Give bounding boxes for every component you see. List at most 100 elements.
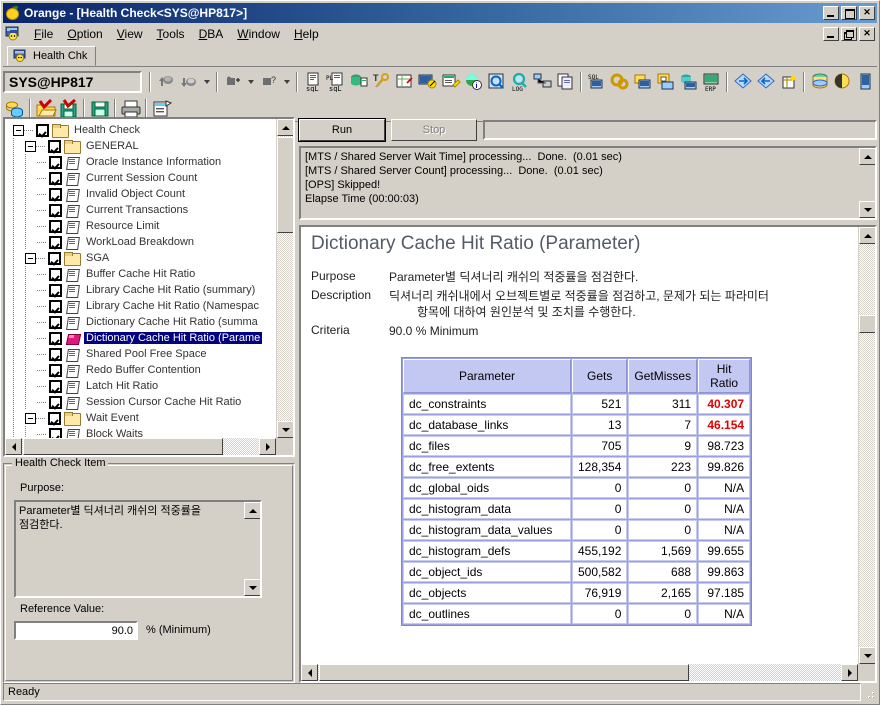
table-row[interactable]: dc_database_links 13 7 46.154 bbox=[403, 415, 751, 435]
tree-checkbox[interactable] bbox=[49, 331, 62, 345]
table-row[interactable]: dc_object_ids 500,582 688 99.863 bbox=[403, 562, 751, 582]
tree-rows[interactable]: Health Check GENERAL Oracle Instance Infor… bbox=[5, 119, 276, 438]
tree-node[interactable]: GENERAL bbox=[5, 138, 276, 154]
tree-checkbox[interactable] bbox=[49, 203, 62, 217]
connection-combo[interactable]: SYS@HP817 bbox=[3, 71, 142, 93]
table-row[interactable]: dc_histogram_data 0 0 N/A bbox=[403, 499, 751, 519]
space-analyzer-icon[interactable] bbox=[854, 71, 877, 93]
user-manager-icon[interactable] bbox=[677, 71, 700, 93]
tree-checkbox[interactable] bbox=[49, 299, 62, 313]
copy-object-icon[interactable] bbox=[554, 71, 577, 93]
tree-expander-icon[interactable] bbox=[25, 412, 36, 424]
table-row[interactable]: dc_objects 76,919 2,165 97.185 bbox=[403, 583, 751, 603]
report-scroll-thumb[interactable] bbox=[859, 315, 875, 333]
table-row[interactable]: dc_histogram_data_values 0 0 N/A bbox=[403, 520, 751, 540]
menu-dba[interactable]: DBA bbox=[192, 25, 231, 43]
tree-expander-icon[interactable] bbox=[25, 140, 36, 152]
tree-node[interactable]: Dictionary Cache Hit Ratio (Parame bbox=[5, 330, 276, 346]
network-icon[interactable] bbox=[531, 71, 554, 93]
health-check-tree[interactable]: Health Check GENERAL Oracle Instance Infor… bbox=[3, 117, 295, 457]
mdi-minimize-button[interactable] bbox=[823, 27, 839, 41]
tree-node[interactable]: Health Check bbox=[5, 122, 276, 138]
tab-health-chk[interactable]: Health Chk bbox=[7, 46, 97, 66]
tree-checkbox[interactable] bbox=[49, 283, 62, 297]
tree-node[interactable]: Session Cursor Cache Hit Ratio bbox=[5, 394, 276, 410]
table-row[interactable]: dc_outlines 0 0 N/A bbox=[403, 604, 751, 624]
tree-node[interactable]: Resource Limit bbox=[5, 218, 276, 234]
tree-checkbox[interactable] bbox=[48, 139, 61, 153]
log-scroll-down-button[interactable] bbox=[859, 201, 875, 218]
table-row[interactable]: dc_free_extents 128,354 223 99.826 bbox=[403, 457, 751, 477]
data-builder-icon[interactable] bbox=[777, 71, 800, 93]
tablespace-icon[interactable] bbox=[808, 71, 831, 93]
sql-monitor-icon[interactable]: SQL bbox=[585, 71, 608, 93]
menu-help[interactable]: Help bbox=[287, 25, 326, 43]
tree-node[interactable]: Latch Hit Ratio bbox=[5, 378, 276, 394]
table-row[interactable]: dc_histogram_defs 455,192 1,569 99.655 bbox=[403, 541, 751, 561]
plan-table-icon[interactable] bbox=[393, 71, 416, 93]
tree-node[interactable]: Redo Buffer Contention bbox=[5, 362, 276, 378]
storage-manager-icon[interactable] bbox=[631, 71, 654, 93]
sql-editor-icon[interactable]: sqL bbox=[301, 71, 324, 93]
log-scroll-up-button[interactable] bbox=[859, 148, 875, 165]
tree-checkbox[interactable] bbox=[49, 427, 62, 438]
maximize-button[interactable] bbox=[841, 6, 857, 20]
report-view[interactable]: Dictionary Cache Hit Ratio (Parameter) P… bbox=[299, 225, 877, 683]
tree-node[interactable]: SGA bbox=[5, 250, 276, 266]
tree-node[interactable]: Invalid Object Count bbox=[5, 186, 276, 202]
table-column-header[interactable]: GetMisses bbox=[628, 359, 698, 393]
tree-checkbox[interactable] bbox=[49, 267, 62, 281]
menu-window[interactable]: Window bbox=[230, 25, 287, 43]
scroll-up-button[interactable] bbox=[277, 119, 293, 136]
tree-node[interactable]: Block Waits bbox=[5, 426, 276, 438]
log-vertical-scrollbar[interactable] bbox=[858, 148, 875, 218]
tree-vertical-scrollbar[interactable] bbox=[276, 119, 293, 438]
instance-manager-icon[interactable] bbox=[608, 71, 631, 93]
scroll-left-button[interactable] bbox=[5, 438, 22, 455]
tree-node[interactable]: Library Cache Hit Ratio (summary) bbox=[5, 282, 276, 298]
tree-checkbox[interactable] bbox=[49, 347, 62, 361]
tree-checkbox[interactable] bbox=[49, 219, 62, 233]
scroll-down-button[interactable] bbox=[277, 421, 293, 438]
minimize-button[interactable] bbox=[823, 6, 839, 20]
security-manager-icon[interactable] bbox=[654, 71, 677, 93]
report-vertical-scrollbar[interactable] bbox=[858, 227, 875, 664]
tree-node[interactable]: Dictionary Cache Hit Ratio (summa bbox=[5, 314, 276, 330]
data-import-icon[interactable] bbox=[754, 71, 777, 93]
menu-tools[interactable]: Tools bbox=[150, 25, 192, 43]
tree-node[interactable]: Wait Event bbox=[5, 410, 276, 426]
purpose-scroll-down-button[interactable] bbox=[244, 579, 260, 596]
execute-icon[interactable] bbox=[221, 71, 244, 93]
resize-grip-icon[interactable] bbox=[861, 683, 877, 701]
report-scroll-left-button[interactable] bbox=[301, 664, 318, 681]
tree-checkbox[interactable] bbox=[36, 123, 49, 137]
sql-tuning-icon[interactable]: T bbox=[370, 71, 393, 93]
execute-explain-icon[interactable]: ? bbox=[257, 71, 280, 93]
report-scroll-right-button[interactable] bbox=[841, 664, 858, 681]
commit-icon[interactable] bbox=[154, 71, 177, 93]
tree-node[interactable]: WorkLoad Breakdown bbox=[5, 234, 276, 250]
reference-value-input[interactable]: 90.0 bbox=[14, 621, 138, 640]
data-export-icon[interactable] bbox=[731, 71, 754, 93]
purpose-vertical-scrollbar[interactable] bbox=[243, 502, 260, 596]
session-monitor-icon[interactable] bbox=[416, 71, 439, 93]
report-horizontal-scrollbar[interactable] bbox=[301, 664, 858, 681]
table-row[interactable]: dc_constraints 521 311 40.307 bbox=[403, 394, 751, 414]
explain-dropdown-icon[interactable] bbox=[280, 71, 293, 93]
tree-node[interactable]: Library Cache Hit Ratio (Namespac bbox=[5, 298, 276, 314]
purpose-textbox[interactable]: Parameter별 딕셔너리 캐쉬의 적중률을 점검한다. bbox=[14, 500, 262, 598]
tree-checkbox[interactable] bbox=[49, 155, 62, 169]
mdi-close-button[interactable]: ✕ bbox=[859, 27, 875, 41]
table-column-header[interactable]: Gets bbox=[572, 359, 628, 393]
report-scroll-up-button[interactable] bbox=[859, 227, 875, 244]
tree-node[interactable]: Buffer Cache Hit Ratio bbox=[5, 266, 276, 282]
tree-checkbox[interactable] bbox=[49, 395, 62, 409]
tree-expander-icon[interactable] bbox=[25, 252, 36, 264]
table-column-header[interactable]: Parameter bbox=[403, 359, 571, 393]
tree-node[interactable]: Current Session Count bbox=[5, 170, 276, 186]
menu-view[interactable]: View bbox=[110, 25, 150, 43]
pl-sql-editor-icon[interactable]: PL sqL bbox=[324, 71, 347, 93]
tree-horizontal-scrollbar[interactable] bbox=[5, 438, 276, 455]
log-miner-icon[interactable]: LOG bbox=[508, 71, 531, 93]
scroll-thumb[interactable] bbox=[277, 137, 293, 233]
